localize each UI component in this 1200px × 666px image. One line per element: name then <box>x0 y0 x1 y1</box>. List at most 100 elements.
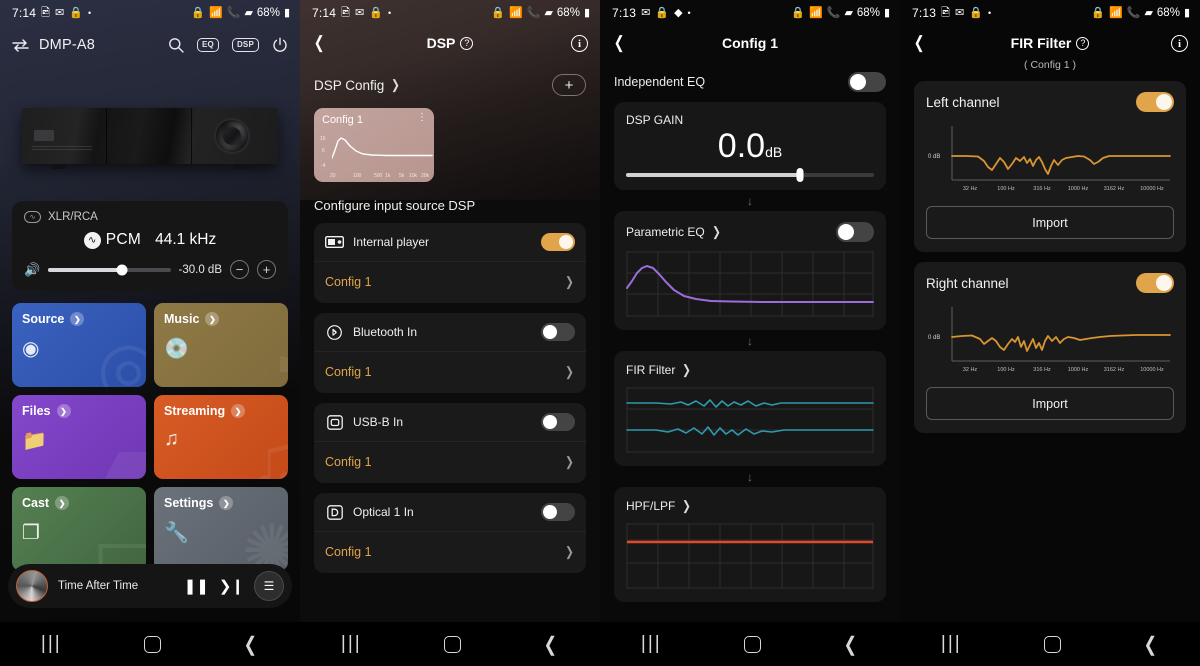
independent-eq-toggle[interactable] <box>848 72 886 92</box>
usb-icon <box>325 414 344 430</box>
transfer-icon[interactable] <box>12 38 29 52</box>
status-bar-left: 7:14 🖻 ✉ 🔒 • <box>312 6 391 20</box>
power-icon[interactable] <box>272 37 288 53</box>
back-button[interactable]: ❮ <box>544 632 557 657</box>
status-bar-left: 7:14 🖻 ✉ 🔒 • <box>12 6 91 20</box>
dsp-gain-slider-knob[interactable] <box>796 167 804 182</box>
page-header: ❮ Config 1 <box>600 26 900 60</box>
tile-files[interactable]: Files ❯ 📁 ▰ <box>12 395 146 479</box>
chevron-right-icon: ❯ <box>565 364 574 379</box>
tile-streaming[interactable]: Streaming ❯ ♫ ♫ <box>154 395 288 479</box>
source-toggle[interactable] <box>541 233 575 251</box>
dsp-config-text: DSP Config <box>314 77 385 93</box>
chevron-right-icon: ❯ <box>56 404 71 418</box>
import-button-right[interactable]: Import <box>926 387 1174 420</box>
lock-icon: 🔒 <box>655 6 670 19</box>
android-navbar: ||| ❮ <box>600 622 900 666</box>
chevron-right-icon: ❯ <box>682 497 692 513</box>
add-config-button[interactable]: + <box>552 74 586 96</box>
signal-icon: ▰ <box>1144 6 1153 19</box>
recents-button[interactable]: ||| <box>41 633 62 655</box>
config-card[interactable]: Config 1 ⋮ 16 6 -4 20 100 500 1k 5k 10k … <box>314 108 434 182</box>
home-button[interactable] <box>743 635 761 653</box>
tile-settings[interactable]: Settings ❯ 🔧 ✺ <box>154 487 288 571</box>
help-icon[interactable]: ? <box>460 36 474 50</box>
tile-music[interactable]: Music ❯ 💿 ◔ <box>154 303 288 387</box>
source-toggle[interactable] <box>541 503 575 521</box>
channel-header: Right channel <box>926 273 1174 293</box>
fir-filter-label[interactable]: FIR Filter ❯ <box>626 362 692 378</box>
recents-button[interactable]: ||| <box>641 633 662 655</box>
home-button[interactable] <box>443 635 461 653</box>
volume-row: 🔊 -30.0 dB − + <box>24 260 276 279</box>
device-volume-knob <box>214 118 250 154</box>
back-button[interactable]: ❮ <box>244 632 257 657</box>
tile-cast[interactable]: Cast ❯ ❐ ▭ <box>12 487 146 571</box>
home-button[interactable] <box>143 635 161 653</box>
tile-ghost-icon: ◎ <box>97 328 146 387</box>
recents-button[interactable]: ||| <box>941 633 962 655</box>
x-tick: 20 <box>330 173 336 179</box>
channel-toggle[interactable] <box>1136 92 1174 112</box>
source-config-row[interactable]: Config 1 ❯ <box>314 261 586 303</box>
input-label: XLR/RCA <box>48 211 98 223</box>
more-options-icon[interactable]: ⋮ <box>417 113 427 123</box>
tile-label: Settings <box>164 496 214 510</box>
volume-down-button[interactable]: − <box>230 260 249 279</box>
dsp-gain-slider[interactable] <box>626 167 874 182</box>
recents-button[interactable]: ||| <box>341 633 362 655</box>
y-tick: 16 <box>320 136 326 142</box>
dsp-gain-number: 0.0 <box>717 127 766 165</box>
source-toggle[interactable] <box>541 413 575 431</box>
status-bar-right: 🔒 📶 📞 ▰ 68% ▮ <box>191 7 290 19</box>
volume-slider-knob[interactable] <box>116 264 128 275</box>
signal-icon: ▰ <box>544 6 553 19</box>
tile-source[interactable]: Source ❯ ◉ ◎ <box>12 303 146 387</box>
config-card-graph: 16 6 -4 20 100 500 1k 5k 10k 20k <box>320 134 433 179</box>
dot-icon: • <box>987 7 992 18</box>
source-config-name: Config 1 <box>325 275 372 289</box>
search-icon[interactable] <box>168 37 184 53</box>
hpf-lpf-label[interactable]: HPF/LPF ❯ <box>626 498 692 514</box>
source-toggle[interactable] <box>541 323 575 341</box>
volume-slider[interactable] <box>48 264 171 275</box>
tile-label: Music <box>164 312 200 326</box>
page-title-text: FIR Filter <box>1010 35 1072 51</box>
eq-badge[interactable]: EQ <box>196 38 219 52</box>
optical-icon <box>325 504 344 520</box>
status-bar-left: 7:13 ✉ 🔒 ◆ • <box>612 6 691 20</box>
status-bar-right: 🔒 📶 📞 ▰ 68% ▮ <box>791 7 890 19</box>
back-button[interactable]: ❮ <box>1144 632 1157 657</box>
help-icon[interactable]: ? <box>1076 36 1090 50</box>
wifi-icon: 📶 <box>809 6 823 19</box>
source-config-row[interactable]: Config 1 ❯ <box>314 351 586 393</box>
dsp-config-label[interactable]: DSP Config ❯ <box>314 77 401 93</box>
parametric-eq-toggle[interactable] <box>836 221 874 242</box>
bluetooth-icon <box>325 324 344 340</box>
home-button[interactable] <box>1043 635 1061 653</box>
waveform-icon: ∿ <box>24 211 41 223</box>
parametric-eq-label[interactable]: Parametric EQ ❯ <box>626 224 722 240</box>
source-config-row[interactable]: Config 1 ❯ <box>314 531 586 573</box>
queue-icon[interactable]: ☰ <box>254 571 284 601</box>
page-title-text: Config 1 <box>722 35 778 51</box>
source-config-row[interactable]: Config 1 ❯ <box>314 441 586 483</box>
panel-home: 7:14 🖻 ✉ 🔒 • 🔒 📶 📞 ▰ 68% ▮ DMP-A8 EQ DSP… <box>0 0 300 666</box>
status-bar: 7:13 🖻 ✉ 🔒 • 🔒 📶 📞 ▰ 68% ▮ <box>900 0 1200 26</box>
x-tick: 10k <box>409 173 418 179</box>
back-button[interactable]: ❮ <box>844 632 857 657</box>
info-icon[interactable]: i <box>571 34 588 53</box>
volume-up-button[interactable]: + <box>257 260 276 279</box>
pause-icon[interactable]: ❚❚ <box>184 577 209 595</box>
lock-icon: 🔒 <box>969 6 983 19</box>
channel-header: Left channel <box>926 92 1174 112</box>
channel-toggle[interactable] <box>1136 273 1174 293</box>
volume-value: -30.0 dB <box>178 263 222 276</box>
y-axis-label: 0 dB <box>928 335 940 341</box>
source-name: Optical 1 In <box>353 505 414 519</box>
info-icon[interactable]: i <box>1171 34 1188 53</box>
import-button-left[interactable]: Import <box>926 206 1174 239</box>
dsp-badge[interactable]: DSP <box>231 38 259 52</box>
gallery-icon: 🖻 <box>41 6 51 19</box>
next-icon[interactable]: ❯❙ <box>219 577 244 595</box>
